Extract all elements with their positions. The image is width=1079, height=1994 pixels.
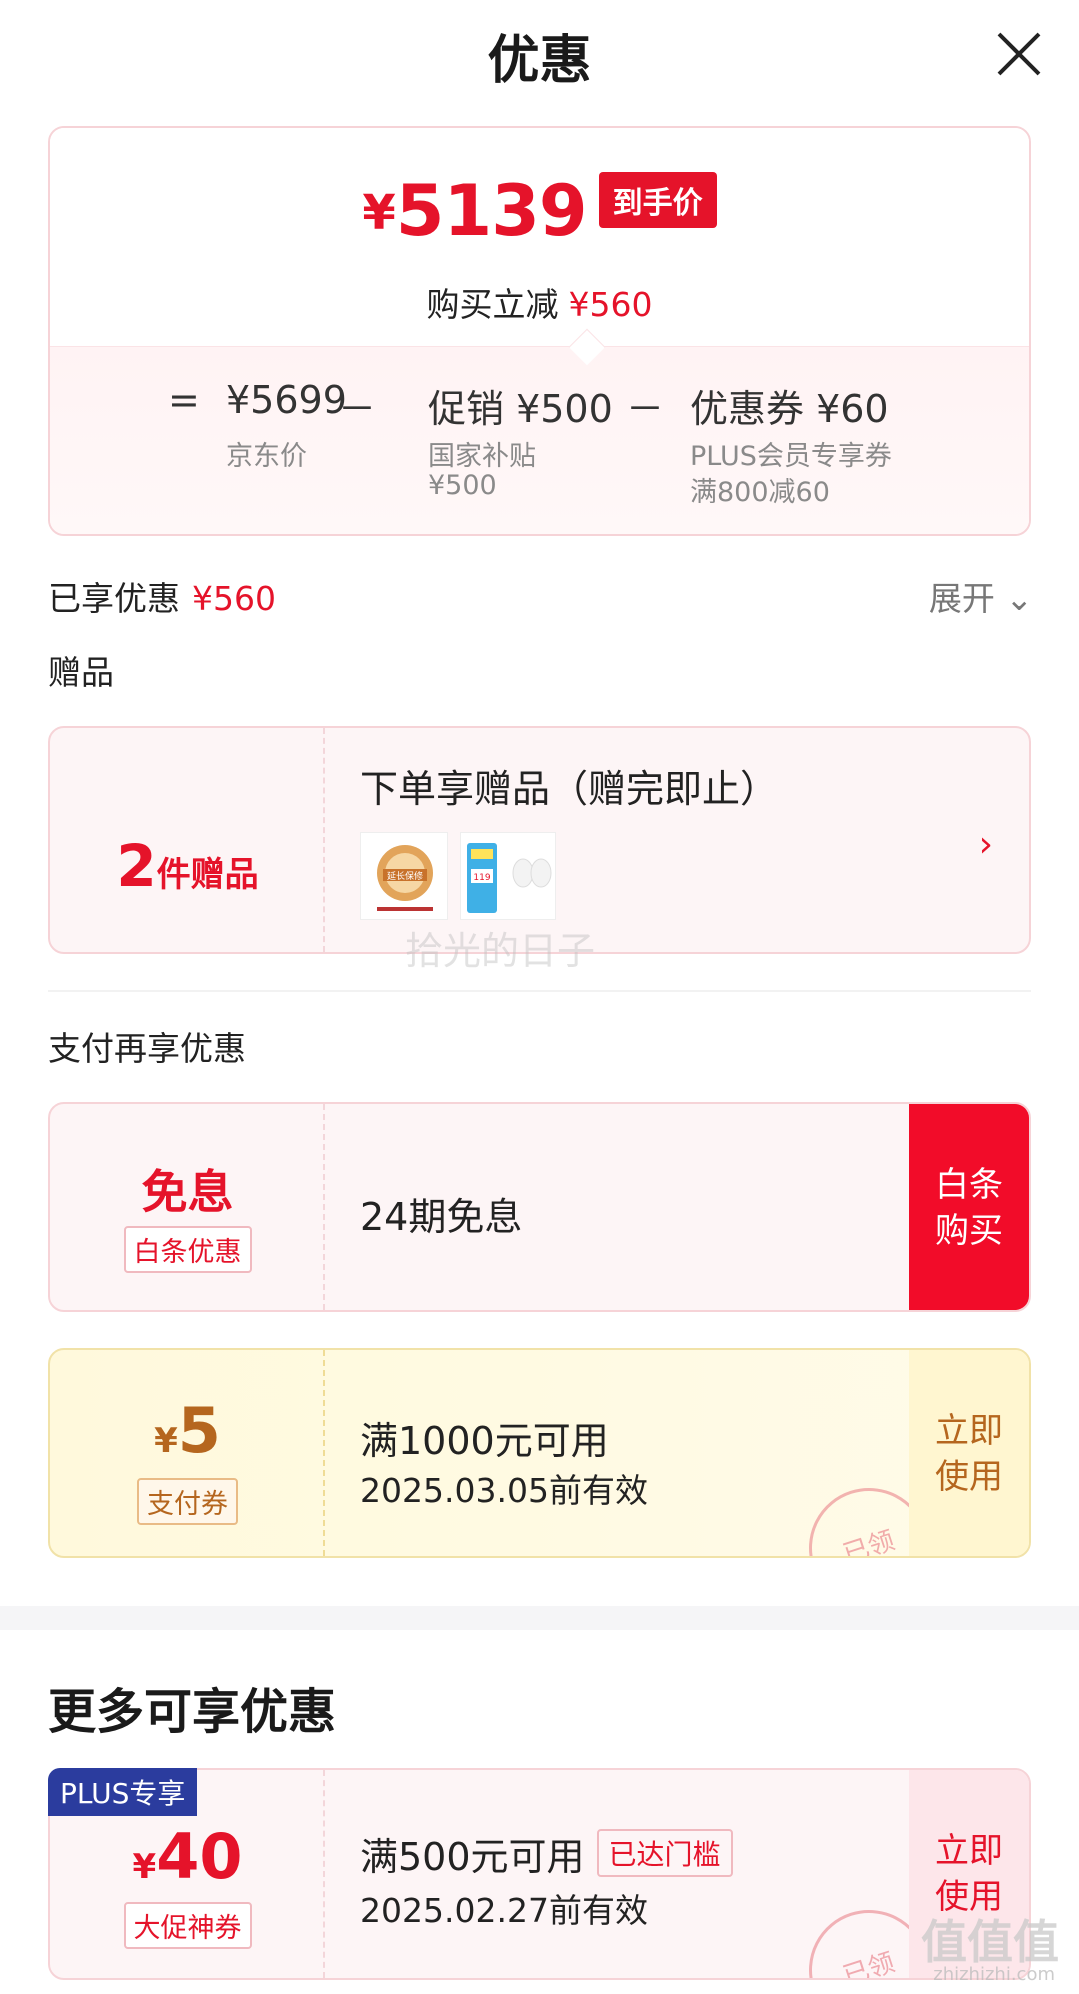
price-summary-card: ¥5139 到手价 购买立减 ¥560 = ¥5699 京东价 － 促销 ¥500 … [48,126,1031,536]
payment-coupon-value: ¥5 [154,1394,221,1467]
coupon-label: PLUS会员专享券 [690,441,892,472]
promo-amount: 促销 ¥500 [428,387,613,431]
badge-text: 延长保修 [387,870,423,882]
payment-coupon-card[interactable]: ¥5 支付券 满1000元可用 2025.03.05前有效 已领 立即 使用 [48,1348,1031,1558]
expand-button[interactable]: 展开 ⌄ [929,572,1033,620]
badge-icon: 延长保修 [377,845,433,911]
promo-label: 国家补贴 [428,441,536,472]
final-price: ¥5139 到手价 [50,170,1029,252]
baitiao-card[interactable]: 免息 白条优惠 24期免息 白条 购买 [48,1102,1031,1312]
plus-coupon-value: ¥40 [132,1820,243,1893]
chevron-right-icon[interactable]: › [979,824,993,865]
header: 优惠 [0,0,1079,108]
section-gap [0,1606,1079,1630]
plus-coupon-tag: 大促神券 [50,1902,325,1949]
jd-price-label: 京东价 [226,441,307,472]
gift-thumbnail-earbuds: 119 [460,832,556,920]
watermark: 拾光的日子 [405,929,596,973]
plus-coupon-condition: 满500元可用 已达门槛 [360,1826,733,1881]
minus-sign: － [338,387,377,431]
promo-sub: ¥500 [428,470,497,501]
gift-title: 下单享赠品（赠完即止） [360,767,779,811]
equals-sign: = [168,378,200,422]
payment-coupon-validity: 2025.03.05前有效 [360,1471,648,1510]
jd-price: ¥5699 [226,378,347,422]
close-button[interactable] [991,26,1047,82]
installment-text: 24期免息 [360,1195,523,1239]
payment-coupon-tag: 支付券 [50,1478,325,1525]
gift-count: 2件赠品 [116,832,259,900]
payment-section-title: 支付再享优惠 [48,1029,246,1068]
more-offers-title: 更多可享优惠 [48,1684,337,1740]
coupon-amount: 优惠券 ¥60 [690,387,889,431]
gifts-section-title: 赠品 [48,653,114,692]
earbuds-icon: 119 [467,843,552,913]
page-title: 优惠 [487,31,592,91]
save-line: 购买立减 ¥560 [426,285,653,324]
gift-thumbnail-warranty: 延长保修 [360,832,448,920]
interest-free-label: 免息 [141,1165,234,1219]
plus-badge: PLUS专享 [48,1768,198,1816]
save-amount: ¥560 [568,285,653,324]
baitiao-buy-button[interactable]: 白条 购买 [909,1104,1029,1310]
threshold-reached-badge: 已达门槛 [596,1829,733,1877]
site-watermark-url: zhizhizhi.com [933,1964,1055,1985]
baitiao-tag: 白条优惠 [50,1226,325,1273]
minus-sign: － [626,387,665,431]
divider [48,990,1031,992]
use-now-button[interactable]: 立即 使用 [909,1350,1029,1556]
payment-coupon-condition: 满1000元可用 [360,1419,609,1463]
final-price-tag: 到手价 [598,172,717,228]
coupon-sub: 满800减60 [690,477,830,508]
earbuds-price-text: 119 [473,873,490,883]
site-watermark-logo: 值值值 [921,1915,1059,1969]
enjoyed-amount: ¥560 [192,579,276,618]
enjoyed-discount: 已享优惠 ¥560 [48,579,276,618]
final-price-amount: 5139 [395,170,588,252]
close-icon [997,32,1041,76]
plus-coupon-validity: 2025.02.27前有效 [360,1891,648,1930]
